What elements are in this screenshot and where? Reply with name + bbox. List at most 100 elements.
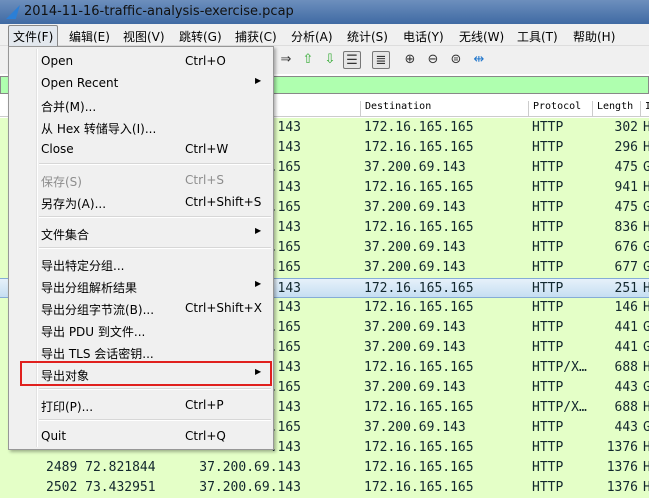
cell-dst: 37.200.69.143 (364, 240, 466, 255)
file-menu: Open Ctrl+O Open Recent ▶ 合并(M)... 从 Hex 转储导入… (8, 46, 274, 450)
menu-2[interactable]: 视图(V) (120, 27, 168, 46)
zoom-out-icon[interactable]: ⊖ (424, 51, 442, 69)
cell-len: 296 (614, 140, 638, 155)
normal-size-icon[interactable]: ⊜ (447, 51, 465, 69)
window-title: 2014-11-16-traffic-analysis-exercise.pca… (24, 4, 294, 19)
highlight-box (20, 361, 272, 386)
cell-len: 443 (614, 420, 638, 435)
cell-info: G (643, 340, 649, 355)
menu-item-label: Close (41, 142, 74, 156)
cell-info: H (643, 480, 649, 495)
cell-proto: HTTP (532, 440, 564, 455)
cell-proto: HTTP (532, 320, 564, 335)
cell-dst: 172.16.165.165 (364, 460, 474, 475)
menu-10[interactable]: 帮助(H) (570, 27, 618, 46)
cell-proto: HTTP (532, 460, 564, 475)
resize-columns-icon[interactable]: ⇹ (470, 51, 488, 69)
file-menu-item[interactable]: 导出 TLS 会话密钥... (9, 341, 273, 363)
file-menu-item[interactable]: 合并(M)... (9, 94, 273, 116)
menu-item-shortcut: Ctrl+S (185, 173, 225, 187)
menu-4[interactable]: 捕获(C) (232, 27, 280, 46)
menu-3[interactable]: 跳转(G) (176, 27, 225, 46)
cell-len: 677 (614, 260, 638, 275)
file-menu-item[interactable]: Open Ctrl+O (9, 50, 273, 72)
column-length[interactable]: Length (592, 101, 640, 117)
file-menu-item[interactable]: 导出分组字节流(B)... Ctrl+Shift+X (9, 297, 273, 319)
colorize-icon[interactable]: ≣ (372, 51, 390, 69)
cell-len: 1376 (606, 460, 638, 475)
file-menu-item[interactable]: Quit Ctrl+Q (9, 425, 273, 447)
column-protocol[interactable]: Protocol (528, 101, 592, 117)
cell-dst: 37.200.69.143 (364, 260, 466, 275)
cell-proto: HTTP (532, 240, 564, 255)
packet-row[interactable]: 2502 73.432951 37.200.69.143 172.16.165.16… (0, 478, 649, 498)
cell-len: 441 (614, 340, 638, 355)
column-info[interactable]: I (640, 101, 649, 117)
cell-proto: HTTP (532, 300, 564, 315)
column-destination[interactable]: Destination (360, 101, 528, 117)
cell-len: 441 (614, 320, 638, 335)
file-menu-item: 保存(S) Ctrl+S (9, 169, 273, 191)
cell-dst: 172.16.165.165 (364, 220, 474, 235)
cell-len: 941 (614, 180, 638, 195)
file-menu-item[interactable]: Open Recent ▶ (9, 72, 273, 94)
cell-info: G (643, 420, 649, 435)
file-menu-item[interactable]: 另存为(A)... Ctrl+Shift+S (9, 191, 273, 213)
cell-proto: HTTP (532, 340, 564, 355)
cell-dst: 37.200.69.143 (364, 200, 466, 215)
file-menu-item[interactable]: 导出 PDU 到文件... (9, 319, 273, 341)
cell-proto: HTTP/X… (532, 400, 587, 415)
autoscroll-icon[interactable]: ☰ (343, 51, 361, 69)
menu-separator (39, 388, 271, 390)
menu-item-label: 导出分组解析结果 (41, 281, 138, 295)
file-menu-item[interactable]: 打印(P)... Ctrl+P (9, 394, 273, 416)
file-menu-item[interactable]: 导出特定分组... (9, 253, 273, 275)
cell-len: 1376 (606, 480, 638, 495)
menu-item-label: 从 Hex 转储导入(I)... (41, 122, 157, 136)
file-menu-item[interactable]: Close Ctrl+W (9, 138, 273, 160)
menu-7[interactable]: 电话(Y) (400, 27, 447, 46)
cell-len: 443 (614, 380, 638, 395)
menu-1[interactable]: 编辑(E) (66, 27, 113, 46)
menu-item-label: Open Recent (41, 76, 119, 90)
cell-dst: 172.16.165.165 (364, 300, 474, 315)
cell-info: G (643, 260, 649, 275)
cell-dst: 37.200.69.143 (364, 160, 466, 175)
cell-proto: HTTP (532, 160, 564, 175)
last-packet-icon[interactable]: ⇩ (321, 51, 339, 69)
cell-info: H (643, 360, 649, 375)
menu-item-label: 导出分组字节流(B)... (41, 303, 155, 317)
submenu-arrow-icon: ▶ (255, 279, 262, 288)
file-menu-item[interactable]: 从 Hex 转储导入(I)... (9, 116, 273, 138)
menu-item-label: 合并(M)... (41, 100, 97, 114)
cell-dst: 37.200.69.143 (364, 380, 466, 395)
first-packet-icon[interactable]: ⇧ (299, 51, 317, 69)
menu-5[interactable]: 分析(A) (288, 27, 336, 46)
menu-8[interactable]: 无线(W) (456, 27, 507, 46)
file-menu-item[interactable]: 文件集合 ▶ (9, 222, 273, 244)
cell-info: G (643, 380, 649, 395)
cell-dst: 172.16.165.165 (364, 400, 474, 415)
menu-6[interactable]: 统计(S) (344, 27, 391, 46)
cell-proto: HTTP/X… (532, 360, 587, 375)
menu-9[interactable]: 工具(T) (514, 27, 561, 46)
cell-dst: 172.16.165.165 (364, 180, 474, 195)
menu-bar: 文件(F) 编辑(E) 视图(V) 跳转(G) 捕获(C) 分析(A) 统计(S) 电话(Y)… (0, 24, 649, 48)
menu-item-label: 保存(S) (41, 175, 82, 189)
cell-proto: HTTP (532, 480, 564, 495)
packet-row[interactable]: 2489 72.821844 37.200.69.143 172.16.165.16… (0, 458, 649, 478)
file-menu-item[interactable]: 导出分组解析结果 ▶ (9, 275, 273, 297)
cell-proto: HTTP (532, 380, 564, 395)
menu-separator (39, 163, 271, 165)
cell-dst: 172.16.165.165 (364, 120, 474, 135)
go-to-packet-icon[interactable]: ⇒ (277, 51, 295, 69)
menu-item-label: 另存为(A)... (41, 197, 107, 211)
cell-info: H (643, 140, 649, 155)
cell-len: 676 (614, 240, 638, 255)
cell-src: 37.200.69.143 (199, 480, 301, 495)
menu-item-label: 打印(P)... (41, 400, 94, 414)
zoom-in-icon[interactable]: ⊕ (401, 51, 419, 69)
cell-dst: 37.200.69.143 (364, 420, 466, 435)
cell-len: 688 (614, 400, 638, 415)
menu-0[interactable]: 文件(F) (8, 25, 59, 48)
